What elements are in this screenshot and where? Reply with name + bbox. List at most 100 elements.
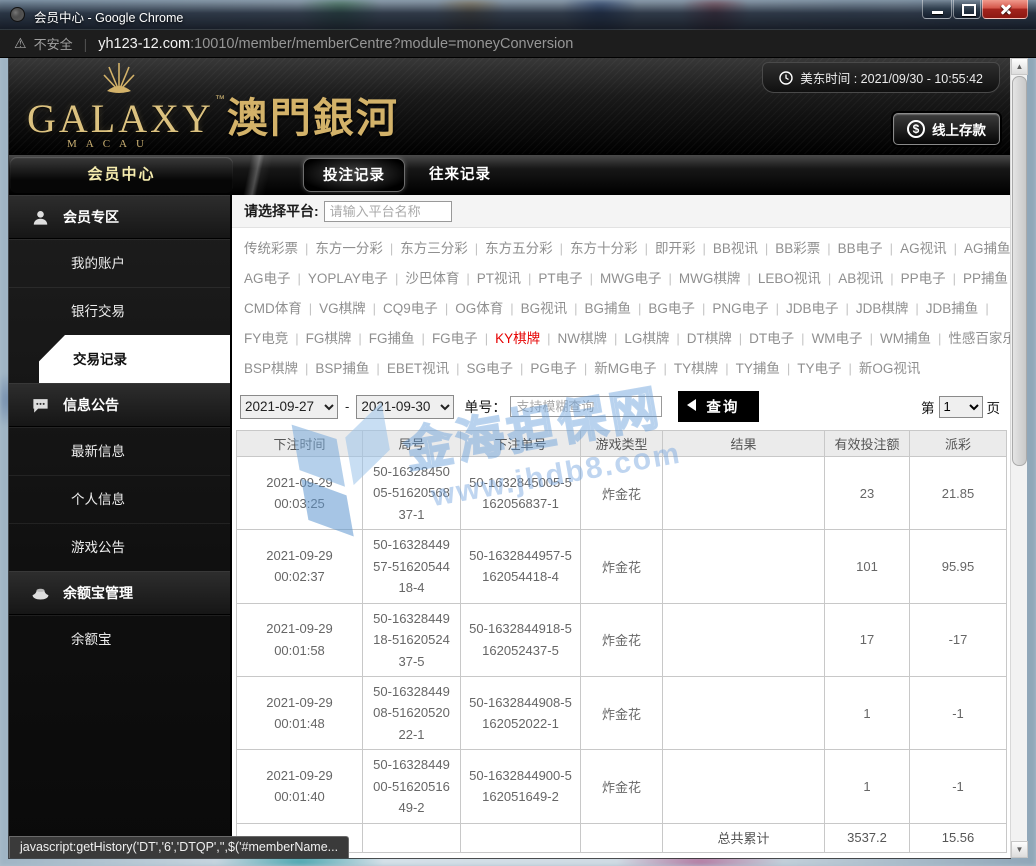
sidebar-section[interactable]: 余额宝管理 xyxy=(9,571,230,615)
platform-link[interactable]: 东方十分彩 xyxy=(570,241,638,256)
order-number-input[interactable] xyxy=(510,396,662,417)
platform-link[interactable]: 新OG视讯 xyxy=(859,361,921,376)
platform-link[interactable]: PT电子 xyxy=(538,271,582,286)
platform-link[interactable]: YOPLAY电子 xyxy=(308,271,388,286)
tab-active[interactable]: 投注记录 xyxy=(303,158,405,192)
platform-link[interactable]: BG捕鱼 xyxy=(585,301,632,316)
sidebar-item[interactable]: 最新信息 xyxy=(9,427,230,475)
platform-link[interactable]: BSP捕鱼 xyxy=(315,361,369,376)
sidebar-item[interactable]: 交易记录 xyxy=(39,335,230,383)
link-separator: | xyxy=(475,241,478,256)
platform-link[interactable]: PG电子 xyxy=(530,361,577,376)
platform-link[interactable]: AG视讯 xyxy=(900,241,947,256)
browser-scrollbar[interactable]: ▲ ▼ xyxy=(1010,58,1027,858)
sidebar-section-label: 余额宝管理 xyxy=(63,583,133,603)
platform-link[interactable]: LEBO视讯 xyxy=(758,271,821,286)
platform-link[interactable]: KY棋牌 xyxy=(495,331,540,346)
platform-link[interactable]: PP电子 xyxy=(901,271,946,286)
maximize-button[interactable] xyxy=(953,0,981,19)
scroll-up-icon[interactable]: ▲ xyxy=(1011,58,1028,75)
table-column-header: 有效投注额 xyxy=(825,431,910,457)
link-separator: | xyxy=(456,361,459,376)
platform-link[interactable]: NW棋牌 xyxy=(557,331,607,346)
platform-link[interactable]: 东方一分彩 xyxy=(315,241,383,256)
platform-link[interactable]: BB电子 xyxy=(838,241,883,256)
platform-link[interactable]: JDB电子 xyxy=(786,301,839,316)
page-select[interactable]: 1 xyxy=(939,396,983,418)
sidebar-item[interactable]: 我的账户 xyxy=(9,239,230,287)
link-separator: | xyxy=(614,331,617,346)
platform-link[interactable]: MWG电子 xyxy=(600,271,662,286)
platform-link[interactable]: PT视讯 xyxy=(477,271,521,286)
table-cell: 炸金花 xyxy=(581,530,663,603)
table-cell: 2021-09-29 00:01:40 xyxy=(237,750,363,823)
platform-link[interactable]: FG电子 xyxy=(432,331,478,346)
platform-link[interactable]: BB彩票 xyxy=(775,241,820,256)
close-button[interactable] xyxy=(982,0,1028,19)
platform-link[interactable]: PP捕鱼 xyxy=(963,271,1008,286)
site-logo[interactable]: GALAXY™澳門銀河 xyxy=(27,84,399,144)
scroll-down-icon[interactable]: ▼ xyxy=(1011,841,1028,858)
platform-link[interactable]: 即开彩 xyxy=(655,241,696,256)
table-cell: 2021-09-29 00:01:48 xyxy=(237,676,363,749)
platform-link[interactable]: MWG棋牌 xyxy=(679,271,741,286)
platform-link[interactable]: 沙巴体育 xyxy=(405,271,459,286)
platform-link[interactable]: 新MG电子 xyxy=(594,361,656,376)
link-separator: | xyxy=(747,271,750,286)
platform-link[interactable]: PNG电子 xyxy=(712,301,768,316)
platform-link[interactable]: BG电子 xyxy=(648,301,695,316)
query-toolbar: 2021-09-27 - 2021-09-30 单号： 查询 第 1 页 xyxy=(232,388,1010,429)
platform-search-input[interactable] xyxy=(324,201,452,222)
platform-link[interactable]: AG捕鱼 xyxy=(964,241,1010,256)
table-cell: -1 xyxy=(910,750,1007,823)
platform-link[interactable]: TY捕鱼 xyxy=(736,361,780,376)
platform-link[interactable]: BB视讯 xyxy=(713,241,758,256)
platform-link[interactable]: 传统彩票 xyxy=(244,241,298,256)
platform-link[interactable]: BG视讯 xyxy=(521,301,568,316)
scrollbar-thumb[interactable] xyxy=(1012,76,1027,466)
platform-link[interactable]: TY棋牌 xyxy=(674,361,718,376)
platform-link[interactable]: 东方三分彩 xyxy=(400,241,468,256)
sidebar-item[interactable]: 银行交易 xyxy=(9,287,230,335)
platform-link[interactable]: 东方五分彩 xyxy=(485,241,553,256)
platform-link[interactable]: EBET视讯 xyxy=(387,361,449,376)
platform-link[interactable]: AB视讯 xyxy=(838,271,883,286)
platform-link[interactable]: 性感百家乐 xyxy=(948,331,1010,346)
address-bar[interactable]: ⚠ 不安全 | yh123-12.com:10010/member/member… xyxy=(0,30,1036,58)
platform-link[interactable]: DT电子 xyxy=(749,331,794,346)
platform-link[interactable]: DT棋牌 xyxy=(687,331,732,346)
sidebar-section[interactable]: 信息公告 xyxy=(9,383,230,427)
date-to-select[interactable]: 2021-09-30 xyxy=(356,395,454,419)
platform-link[interactable]: LG棋牌 xyxy=(624,331,669,346)
link-separator: | xyxy=(376,361,379,376)
online-deposit-button[interactable]: $ 线上存款 xyxy=(893,113,1000,145)
platform-link[interactable]: WM捕鱼 xyxy=(880,331,931,346)
platform-link[interactable]: SG电子 xyxy=(466,361,513,376)
sidebar-item[interactable]: 余额宝 xyxy=(9,615,230,663)
platform-link[interactable]: BSP棋牌 xyxy=(244,361,298,376)
platform-link[interactable]: CMD体育 xyxy=(244,301,302,316)
platform-link[interactable]: WM电子 xyxy=(812,331,863,346)
platform-link[interactable]: JDB捕鱼 xyxy=(926,301,979,316)
date-from-select[interactable]: 2021-09-27 xyxy=(240,395,338,419)
tab-item[interactable]: 往来记录 xyxy=(409,158,511,192)
table-column-header: 结果 xyxy=(663,431,825,457)
platform-link[interactable]: TY电子 xyxy=(797,361,841,376)
link-separator: | xyxy=(295,331,298,346)
platform-link[interactable]: FG捕鱼 xyxy=(369,331,415,346)
search-button[interactable]: 查询 xyxy=(678,391,759,422)
platform-link[interactable]: CQ9电子 xyxy=(383,301,438,316)
url-text[interactable]: yh123-12.com:10010/member/memberCentre?m… xyxy=(98,36,573,52)
sidebar-item[interactable]: 个人信息 xyxy=(9,475,230,523)
platform-link[interactable]: FG棋牌 xyxy=(306,331,352,346)
platform-link[interactable]: OG体育 xyxy=(455,301,503,316)
platform-link[interactable]: JDB棋牌 xyxy=(856,301,909,316)
platform-link[interactable]: FY电竞 xyxy=(244,331,288,346)
page-prefix: 第 xyxy=(921,397,935,417)
platform-link[interactable]: VG棋牌 xyxy=(319,301,366,316)
minimize-button[interactable] xyxy=(922,0,952,19)
security-warning-label[interactable]: 不安全 xyxy=(34,34,73,53)
sidebar-section[interactable]: 会员专区 xyxy=(9,195,230,239)
sidebar-item[interactable]: 游戏公告 xyxy=(9,523,230,571)
platform-link[interactable]: AG电子 xyxy=(244,271,291,286)
